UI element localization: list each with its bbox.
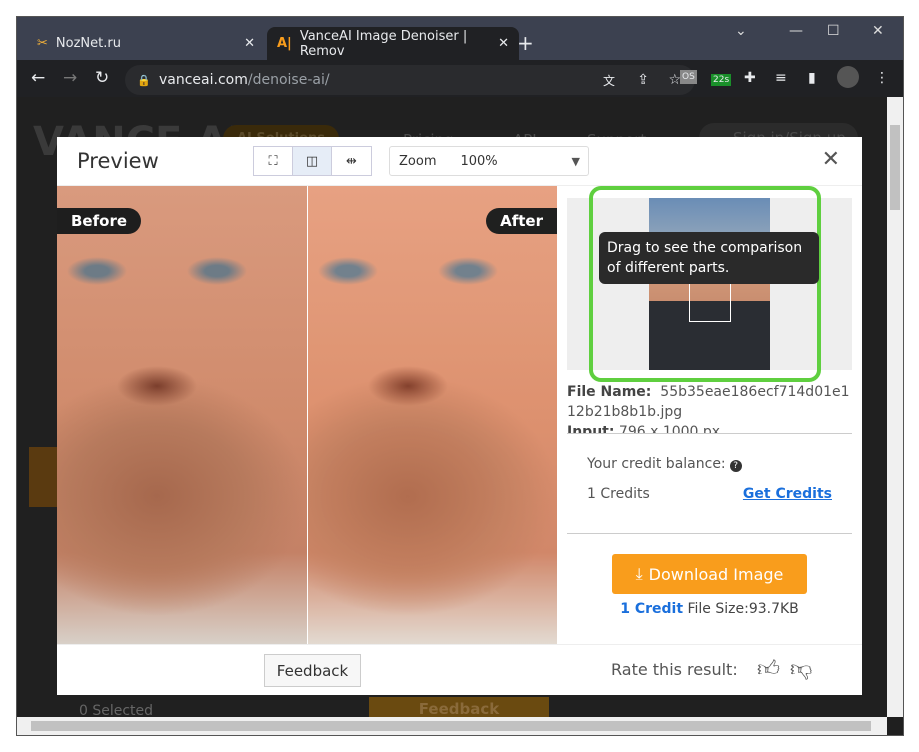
translate-icon[interactable]: 文	[603, 72, 615, 89]
get-credits-link[interactable]: Get Credits	[743, 486, 832, 502]
bg-button	[29, 447, 59, 507]
feedback-button[interactable]: Feedback	[264, 654, 361, 687]
share-icon[interactable]: ⇪	[637, 72, 649, 88]
side-panel-icon[interactable]: ▮	[808, 70, 816, 86]
thumbs-down-icon[interactable]: 👎︎	[790, 655, 812, 682]
tools-icon: ✂	[37, 36, 48, 51]
menu-icon[interactable]: ⋮	[875, 70, 889, 86]
before-image: Before	[57, 186, 307, 644]
close-tab-icon[interactable]: ✕	[498, 36, 509, 51]
close-icon[interactable]: ✕	[822, 147, 840, 172]
new-tab-button[interactable]: +	[517, 31, 534, 55]
zoom-select[interactable]: Zoom 100% ▼	[389, 146, 589, 176]
comparison-area[interactable]: Before After	[57, 186, 557, 644]
rate-label: Rate this result:	[611, 660, 738, 679]
before-label: Before	[57, 208, 142, 234]
preview-modal: Preview ⛶ ◫ ⇹ Zoom 100% ▼ ✕ Before After D…	[57, 137, 862, 695]
extension-icon[interactable]: OS	[680, 70, 697, 84]
vanceai-icon: A|	[277, 36, 292, 51]
avatar[interactable]	[837, 66, 859, 88]
timer-extension-icon[interactable]: 22s	[711, 74, 732, 86]
tab-search-icon[interactable]: ⌄	[735, 23, 747, 39]
tab-bar: ✂ NozNet.ru ✕ A| VanceAI Image Denoiser | R…	[17, 17, 903, 60]
file-info: File Name: 55b35eae186ecf714d01e112b21b8…	[567, 382, 852, 434]
download-icon: ⤓	[635, 564, 643, 583]
help-icon[interactable]: ?	[729, 460, 742, 472]
thumbs-up-icon[interactable]: 👍︎	[757, 655, 780, 682]
download-image-button[interactable]: ⤓ Download Image	[612, 554, 807, 594]
thumbnail-navigator[interactable]: Drag to see the comparison of different …	[567, 186, 852, 382]
bg-feedback-button[interactable]: Feedback	[369, 697, 549, 717]
minimize-button[interactable]: —	[789, 23, 803, 39]
after-label: After	[486, 208, 557, 234]
horizontal-scrollbar[interactable]	[17, 717, 887, 735]
back-icon[interactable]: ←	[31, 68, 45, 88]
credit-count: 1 Credits	[587, 486, 650, 502]
maximize-button[interactable]: ☐	[827, 23, 840, 39]
view-mode-toggle: ⛶ ◫ ⇹	[253, 146, 372, 176]
split-view-icon[interactable]: ◫	[293, 147, 332, 175]
side-by-side-icon[interactable]: ⇹	[332, 147, 371, 175]
tab-vanceai[interactable]: A| VanceAI Image Denoiser | Remov ✕	[267, 27, 519, 60]
fullscreen-icon[interactable]: ⛶	[254, 147, 293, 175]
highlight-box	[589, 186, 821, 382]
tab-noznet[interactable]: ✂ NozNet.ru ✕	[27, 27, 265, 60]
url-bar[interactable]: 🔒 vanceai.com/denoise-ai/ 文 ⇪ ☆	[125, 65, 695, 95]
credit-section: Your credit balance:? 1 Credits Get Credi…	[567, 434, 852, 534]
close-window-button[interactable]: ✕	[872, 23, 884, 39]
media-icon[interactable]: ≡	[775, 70, 787, 86]
caret-down-icon: ▼	[571, 154, 580, 168]
reload-icon[interactable]: ↻	[95, 68, 109, 88]
file-size-info: 1 Credit File Size:93.7KB	[620, 601, 799, 617]
lock-icon: 🔒	[137, 73, 151, 87]
vertical-scrollbar[interactable]	[887, 97, 903, 717]
forward-icon[interactable]: →	[63, 68, 77, 88]
selected-count: 0 Selected	[79, 703, 154, 717]
after-image: After	[307, 186, 557, 644]
modal-title: Preview	[77, 149, 159, 173]
extensions-puzzle-icon[interactable]: ✚	[744, 70, 756, 86]
close-tab-icon[interactable]: ✕	[244, 36, 255, 51]
tooltip: Drag to see the comparison of different …	[599, 232, 819, 284]
